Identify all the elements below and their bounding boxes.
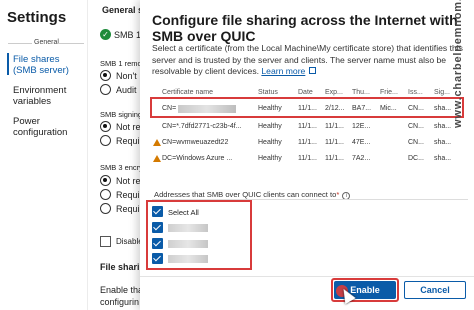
cert-expiry: 11/1... bbox=[325, 139, 344, 146]
cert-status: Healthy bbox=[258, 123, 282, 130]
radio-audit[interactable] bbox=[100, 84, 111, 95]
cert-signature: sha... bbox=[434, 123, 452, 130]
cert-signature: sha... bbox=[434, 139, 452, 146]
column-header[interactable]: Date bbox=[298, 89, 313, 96]
cert-expiry: 11/1... bbox=[325, 123, 344, 130]
radio-encryption-required-label: Requi bbox=[116, 190, 140, 200]
general-settings-heading: General s bbox=[102, 5, 144, 15]
cert-date: 11/1... bbox=[298, 155, 317, 162]
cert-issuer: CN... bbox=[408, 139, 424, 146]
file-sharing-desc-2: configurin bbox=[100, 297, 140, 307]
radio-signing-not-required[interactable] bbox=[100, 121, 111, 132]
nav-item-environment-variables[interactable]: Environment variables bbox=[13, 85, 83, 107]
nav-item-file-shares[interactable]: File shares (SMB server) bbox=[13, 54, 83, 76]
cert-thumbprint: 12E... bbox=[352, 123, 371, 130]
smb1-removal-label: SMB 1 remov bbox=[100, 59, 146, 68]
dialog-title: Configure file sharing across the Intern… bbox=[152, 12, 458, 44]
check-circle-icon: ✓ bbox=[100, 29, 111, 40]
smb3-encryption-label: SMB 3 encry bbox=[100, 163, 143, 172]
watermark: www.charbelnemnom.com bbox=[452, 0, 464, 128]
cert-date: 11/1... bbox=[298, 123, 317, 130]
cert-status: Healthy bbox=[258, 139, 282, 146]
file-sharing-desc-1: Enable tha bbox=[100, 285, 144, 295]
radio-signing-required-label: Requi bbox=[116, 136, 140, 146]
cert-name: CN=*.7dfd2771-c23b-4f... bbox=[162, 123, 242, 130]
settings-title: Settings bbox=[7, 9, 67, 26]
column-header[interactable]: Iss... bbox=[408, 89, 423, 96]
description-text: Select a certificate (from the Local Mac… bbox=[152, 43, 463, 76]
required-asterisk: * bbox=[336, 190, 340, 199]
selected-certificate-highlight bbox=[150, 97, 464, 118]
nav-item-power-configuration[interactable]: Power configuration bbox=[13, 116, 83, 138]
addresses-label-text: Addresses that SMB over QUIC clients can… bbox=[154, 190, 337, 199]
cancel-button[interactable]: Cancel bbox=[404, 281, 466, 299]
dialog-description: Select a certificate (from the Local Mac… bbox=[152, 43, 468, 78]
settings-nav: Settings General File shares (SMB server… bbox=[0, 0, 88, 310]
table-row[interactable]: DC=Windows Azure ... Healthy 11/1... 11/… bbox=[152, 152, 468, 166]
cert-date: 11/1... bbox=[298, 139, 317, 146]
cert-name: DC=Windows Azure ... bbox=[162, 155, 233, 162]
smb-signing-label: SMB signing bbox=[100, 110, 143, 119]
addresses-highlight bbox=[146, 200, 252, 270]
file-sharing-heading: File sharin bbox=[100, 262, 146, 272]
divider bbox=[8, 43, 32, 44]
column-header[interactable]: Frie... bbox=[380, 89, 398, 96]
radio-encryption-required[interactable] bbox=[100, 189, 111, 200]
cert-thumbprint: 47E... bbox=[352, 139, 371, 146]
cert-expiry: 11/1... bbox=[325, 155, 344, 162]
disable-checkbox[interactable] bbox=[100, 236, 111, 247]
radio-encryption-required-2-label: Requi bbox=[116, 204, 140, 214]
radio-encryption-required-2[interactable] bbox=[100, 203, 111, 214]
radio-signing-not-required-label: Not re bbox=[116, 122, 141, 132]
column-header[interactable]: Certificate name bbox=[162, 89, 213, 96]
divider bbox=[58, 43, 84, 44]
nav-group-label: General bbox=[34, 39, 59, 46]
cert-name: CN=wvmweuazedt22 bbox=[162, 139, 229, 146]
column-header[interactable]: Thu... bbox=[352, 89, 370, 96]
selection-indicator bbox=[7, 53, 9, 75]
cert-issuer: CN... bbox=[408, 123, 424, 130]
cert-issuer: DC... bbox=[408, 155, 424, 162]
warning-icon bbox=[153, 139, 162, 147]
learn-more-link[interactable]: Learn more bbox=[261, 66, 305, 76]
radio-encryption-not-required[interactable] bbox=[100, 175, 111, 186]
warning-icon bbox=[153, 155, 162, 163]
radio-audit-label: Audit bbox=[116, 85, 137, 95]
table-row[interactable]: CN=*.7dfd2771-c23b-4f... Healthy 11/1...… bbox=[152, 120, 468, 134]
radio-encryption-not-required-label: Not re bbox=[116, 176, 141, 186]
radio-nont[interactable] bbox=[100, 70, 111, 81]
cert-thumbprint: 7A2... bbox=[352, 155, 371, 162]
smb1-status: SMB 1 bbox=[114, 30, 142, 40]
external-link-icon bbox=[308, 67, 316, 74]
cert-status: Healthy bbox=[258, 155, 282, 162]
column-header[interactable]: Exp... bbox=[325, 89, 343, 96]
cert-signature: sha... bbox=[434, 155, 452, 162]
radio-nont-label: Non't bbox=[116, 71, 137, 81]
column-header[interactable]: Sig... bbox=[434, 89, 450, 96]
radio-signing-required[interactable] bbox=[100, 135, 111, 146]
divider bbox=[140, 276, 474, 277]
disable-checkbox-label: Disable bbox=[116, 237, 143, 246]
column-header[interactable]: Status bbox=[258, 89, 278, 96]
table-row[interactable]: CN=wvmweuazedt22 Healthy 11/1... 11/1...… bbox=[152, 136, 468, 150]
